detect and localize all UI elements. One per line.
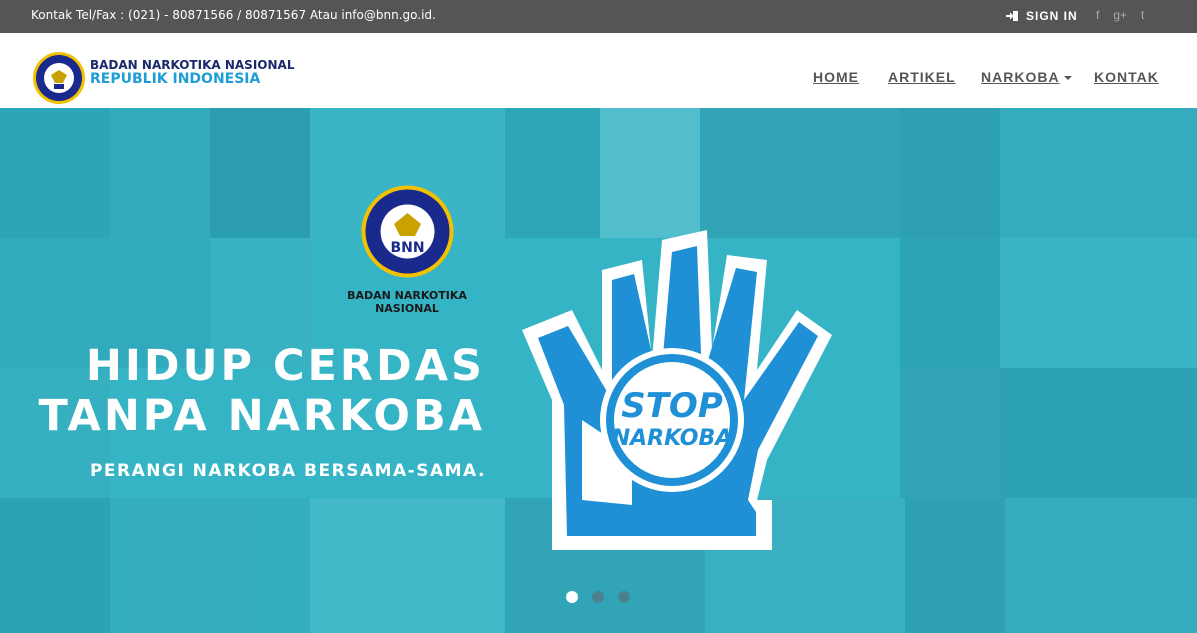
slider-dots — [566, 591, 630, 603]
bnn-caption: BADAN NARKOTIKA NASIONAL — [347, 289, 467, 315]
nav-artikel[interactable]: ARTIKEL — [888, 69, 956, 85]
twitter-icon[interactable]: t — [1141, 8, 1144, 22]
stop-hand-icon: STOP NARKOBA — [522, 230, 832, 550]
stop-text: STOP — [621, 386, 723, 426]
social-links: f g+ t — [1096, 8, 1144, 22]
nav-narkoba[interactable]: NARKOBA — [981, 69, 1072, 85]
top-bar: Kontak Tel/Fax : (021) - 80871566 / 8087… — [0, 0, 1197, 33]
nav-kontak[interactable]: KONTAK — [1094, 69, 1159, 85]
nav-home[interactable]: HOME — [813, 69, 859, 85]
bnn-emblem-text: BNN — [390, 240, 424, 256]
brand-subtitle: REPUBLIK INDONESIA — [90, 71, 261, 87]
bnn-emblem-icon: BNN — [361, 185, 454, 278]
sign-in-icon — [1006, 11, 1018, 21]
narkoba-text: NARKOBA — [612, 426, 733, 451]
hero-subheadline: PERANGI NARKOBA BERSAMA-SAMA. — [89, 461, 486, 481]
slider-dot-1[interactable] — [566, 591, 578, 603]
facebook-icon[interactable]: f — [1096, 8, 1099, 22]
nav-narkoba-label: NARKOBA — [981, 69, 1060, 85]
google-plus-icon[interactable]: g+ — [1113, 8, 1127, 22]
slider-dot-3[interactable] — [618, 591, 630, 603]
brand-name: BADAN NARKOTIKA NASIONAL — [90, 58, 295, 72]
contact-info: Kontak Tel/Fax : (021) - 80871566 / 8087… — [31, 8, 436, 22]
bnn-logo-icon[interactable] — [32, 51, 86, 105]
hero-headline-line1: HIDUP CERDAS — [85, 341, 485, 391]
slider-dot-2[interactable] — [592, 591, 604, 603]
caret-down-icon — [1063, 76, 1072, 81]
sign-in-button[interactable]: SIGN IN — [1006, 9, 1078, 23]
sign-in-label: SIGN IN — [1026, 9, 1078, 23]
main-navbar: BADAN NARKOTIKA NASIONAL REPUBLIK INDONE… — [0, 41, 1197, 108]
hero-headline-line2: TANPA NARKOBA — [38, 391, 485, 441]
